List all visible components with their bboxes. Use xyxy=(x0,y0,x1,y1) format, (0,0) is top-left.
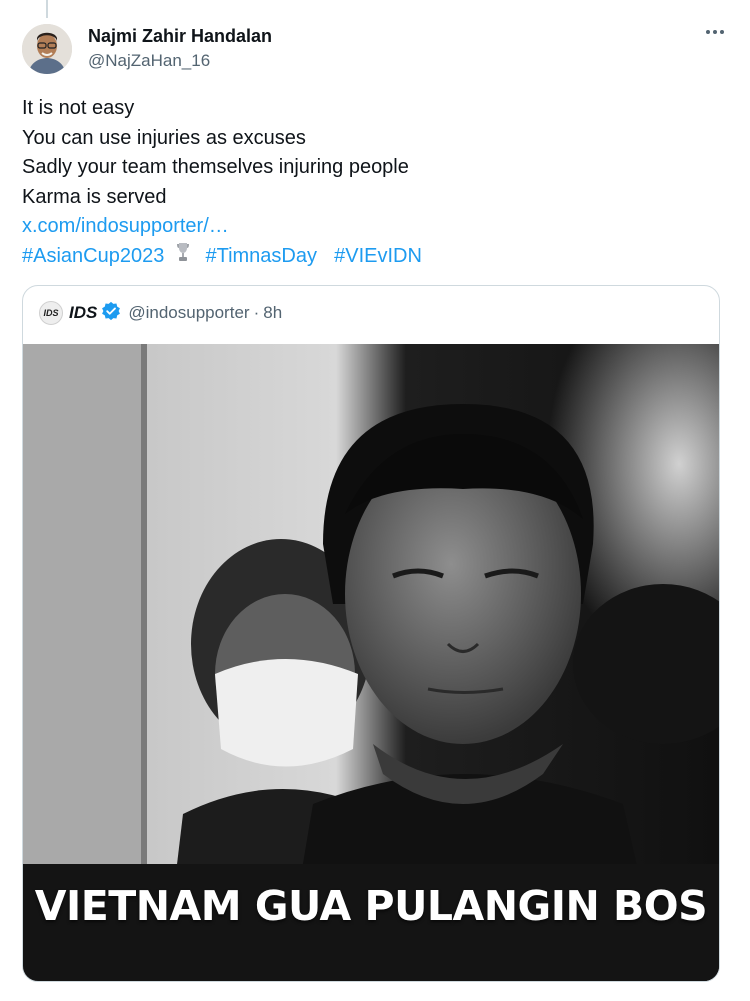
thread-connector-line xyxy=(46,0,48,18)
tweet-text-line: Sadly your team themselves injuring peop… xyxy=(22,156,409,178)
quoted-author-name[interactable]: IDS xyxy=(69,303,97,323)
avatar-image xyxy=(22,24,72,74)
verified-badge-icon xyxy=(101,301,121,326)
tweet-text-line: You can use injuries as excuses xyxy=(22,126,306,149)
author-display-name[interactable]: Najmi Zahir Handalan xyxy=(88,26,272,47)
separator-dot: · xyxy=(253,303,260,322)
tweet-text-line: It is not easy xyxy=(22,97,135,119)
tweet-link[interactable]: x.com/indosupporter/… xyxy=(22,215,229,237)
trophy-icon xyxy=(176,242,190,272)
author-handle[interactable]: @NajZaHan_16 xyxy=(88,51,210,71)
tweet-text: It is not easy You can use injuries as e… xyxy=(22,94,722,271)
quoted-author-avatar[interactable]: IDS xyxy=(39,301,63,325)
image-caption-text: VIETNAM GUA PULANGIN BOS xyxy=(34,882,708,930)
hashtag-timnasday[interactable]: #TimnasDay xyxy=(205,245,317,267)
quoted-tweet-image[interactable]: VIETNAM GUA PULANGIN BOS xyxy=(23,344,719,981)
quoted-tweet-time[interactable]: 8h xyxy=(263,303,282,323)
quoted-tweet-card[interactable]: IDS IDS @indosupporter · 8h VIETNAM GUA … xyxy=(22,285,720,982)
quoted-tweet-header: IDS IDS @indosupporter · 8h xyxy=(39,300,282,326)
avatar[interactable] xyxy=(22,24,72,74)
more-options-icon[interactable] xyxy=(706,30,724,34)
quoted-author-handle[interactable]: @indosupporter xyxy=(128,303,249,323)
tweet-text-line: Karma is served xyxy=(22,185,167,208)
hashtag-vievidn[interactable]: #VIEvIDN xyxy=(334,245,422,267)
hashtag-asiancup2023[interactable]: #AsianCup2023 xyxy=(22,245,164,267)
